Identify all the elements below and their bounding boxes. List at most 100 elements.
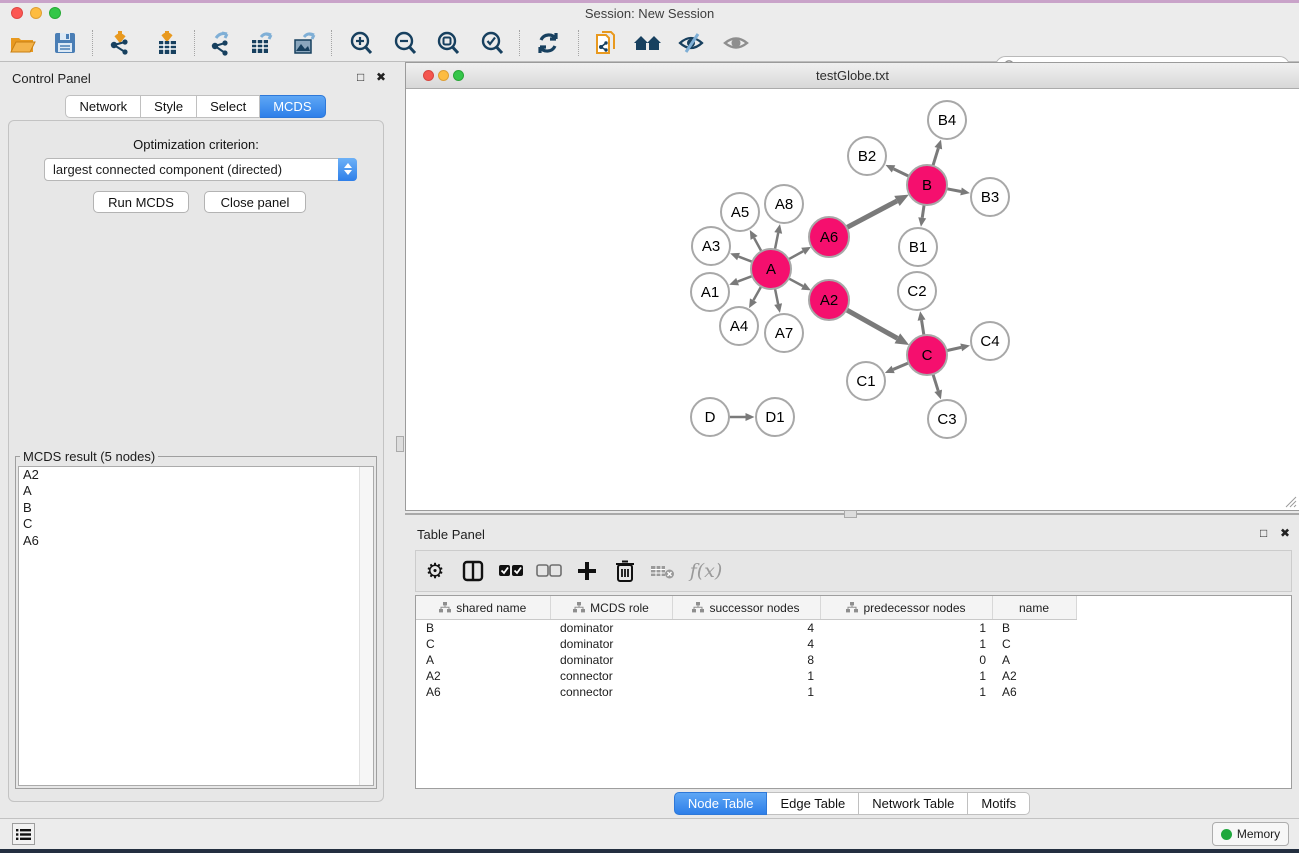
add-column-button[interactable] [568, 553, 606, 589]
edge-B-B2[interactable] [894, 169, 910, 177]
edge-A-A4[interactable] [753, 286, 761, 301]
edge-C-C1[interactable] [893, 362, 909, 369]
table-cell[interactable]: 4 [672, 620, 820, 637]
delete-table-button[interactable] [644, 553, 682, 589]
zoom-selected-button[interactable] [474, 27, 510, 59]
table-row[interactable]: Adominator80A [416, 652, 1292, 668]
table-cell[interactable]: A [416, 652, 550, 668]
hide-selected-button[interactable] [673, 27, 709, 59]
edge-C-C3[interactable] [933, 373, 939, 391]
table-settings-button[interactable]: ⚙ [416, 553, 454, 589]
tab-network-table[interactable]: Network Table [859, 792, 968, 815]
table-cell[interactable]: A6 [416, 684, 550, 700]
column-header-shared-name[interactable]: shared name [416, 596, 550, 620]
table-cell[interactable]: connector [550, 684, 672, 700]
tab-node-table[interactable]: Node Table [674, 792, 768, 815]
edge-C-C2[interactable] [922, 320, 925, 336]
mcds-result-item[interactable]: A6 [19, 533, 373, 549]
mcds-result-list[interactable]: A2ABCA6 [18, 466, 374, 786]
zoom-fit-button[interactable] [430, 27, 466, 59]
table-cell[interactable]: dominator [550, 636, 672, 652]
save-session-button[interactable] [47, 27, 83, 59]
function-builder-button[interactable]: f(x) [682, 553, 730, 589]
close-panel-icon[interactable]: ✖ [376, 70, 386, 84]
table-cell[interactable]: A2 [992, 668, 1076, 684]
float-panel-icon[interactable]: □ [357, 70, 364, 84]
resize-grip-icon[interactable] [1284, 495, 1297, 508]
edge-A-A2[interactable] [788, 278, 803, 286]
network-canvas[interactable]: B4B2BB3A8A5A6A3B1AC2A1A2A4A7C4CC1C3DD1 [406, 89, 1298, 510]
run-mcds-button[interactable]: Run MCDS [93, 191, 189, 213]
column-header-mcds-role[interactable]: MCDS role [550, 596, 672, 620]
open-session-button[interactable] [4, 27, 40, 59]
column-header-successor-nodes[interactable]: successor nodes [672, 596, 820, 620]
edge-A-A1[interactable] [738, 276, 754, 282]
edge-A-A3[interactable] [739, 257, 754, 263]
table-cell[interactable]: C [416, 636, 550, 652]
table-cell[interactable]: A6 [992, 684, 1076, 700]
edge-B-B1[interactable] [922, 204, 924, 218]
table-cell[interactable]: dominator [550, 620, 672, 637]
tab-network[interactable]: Network [65, 95, 141, 118]
table-cell[interactable]: 1 [672, 684, 820, 700]
edge-B-B4[interactable] [933, 148, 939, 167]
import-table-button[interactable] [149, 27, 185, 59]
table-cell[interactable]: 1 [820, 620, 992, 637]
mcds-result-item[interactable]: A [19, 483, 373, 499]
edge-A-A5[interactable] [754, 238, 762, 252]
table-cell[interactable]: 8 [672, 652, 820, 668]
table-cell[interactable]: 4 [672, 636, 820, 652]
clone-network-button[interactable] [588, 27, 624, 59]
table-row[interactable]: Bdominator41B [416, 620, 1292, 637]
mcds-result-scrollbar[interactable] [359, 467, 373, 785]
table-cell[interactable]: connector [550, 668, 672, 684]
show-columns-button[interactable] [454, 553, 492, 589]
mcds-result-item[interactable]: B [19, 500, 373, 516]
tab-mcds[interactable]: MCDS [260, 95, 325, 118]
network-window-titlebar[interactable]: testGlobe.txt [406, 63, 1299, 89]
table-cell[interactable]: dominator [550, 652, 672, 668]
vertical-split-handle[interactable] [396, 436, 404, 452]
export-network-button[interactable] [202, 27, 238, 59]
table-cell[interactable]: 1 [820, 668, 992, 684]
column-header-predecessor-nodes[interactable]: predecessor nodes [820, 596, 992, 620]
select-all-button[interactable] [492, 553, 530, 589]
zoom-out-button[interactable] [387, 27, 423, 59]
mcds-result-item[interactable]: A2 [19, 467, 373, 483]
export-table-button[interactable] [243, 27, 279, 59]
tab-style[interactable]: Style [141, 95, 197, 118]
horizontal-split-handle[interactable] [844, 510, 857, 518]
table-row[interactable]: A2connector11A2 [416, 668, 1292, 684]
close-panel-button[interactable]: Close panel [204, 191, 306, 213]
table-cell[interactable]: 1 [672, 668, 820, 684]
table-cell[interactable]: 1 [820, 636, 992, 652]
table-cell[interactable]: 0 [820, 652, 992, 668]
edge-A-A7[interactable] [775, 288, 778, 304]
import-network-button[interactable] [102, 27, 138, 59]
delete-column-button[interactable] [606, 553, 644, 589]
deselect-all-button[interactable] [530, 553, 568, 589]
table-cell[interactable]: B [992, 620, 1076, 637]
home-button[interactable] [630, 27, 666, 59]
refresh-view-button[interactable] [530, 27, 566, 59]
table-row[interactable]: A6connector11A6 [416, 684, 1292, 700]
float-table-panel-icon[interactable]: □ [1260, 526, 1267, 540]
criterion-select[interactable]: largest connected component (directed) [44, 158, 357, 181]
edge-C-C4[interactable] [946, 347, 962, 350]
edge-A2-C[interactable] [846, 309, 898, 338]
edge-A-A8[interactable] [775, 233, 778, 250]
mcds-result-item[interactable]: C [19, 516, 373, 532]
edge-A-A6[interactable] [788, 251, 804, 260]
close-table-panel-icon[interactable]: ✖ [1280, 526, 1290, 540]
table-cell[interactable]: C [992, 636, 1076, 652]
export-image-button[interactable] [286, 27, 322, 59]
tab-motifs[interactable]: Motifs [968, 792, 1030, 815]
memory-button[interactable]: Memory [1212, 822, 1289, 846]
table-cell[interactable]: A2 [416, 668, 550, 684]
table-cell[interactable]: A [992, 652, 1076, 668]
edge-A6-B[interactable] [846, 201, 897, 228]
task-history-button[interactable] [12, 823, 35, 845]
column-header-name[interactable]: name [992, 596, 1076, 620]
tab-edge-table[interactable]: Edge Table [767, 792, 859, 815]
show-all-button[interactable] [718, 27, 754, 59]
